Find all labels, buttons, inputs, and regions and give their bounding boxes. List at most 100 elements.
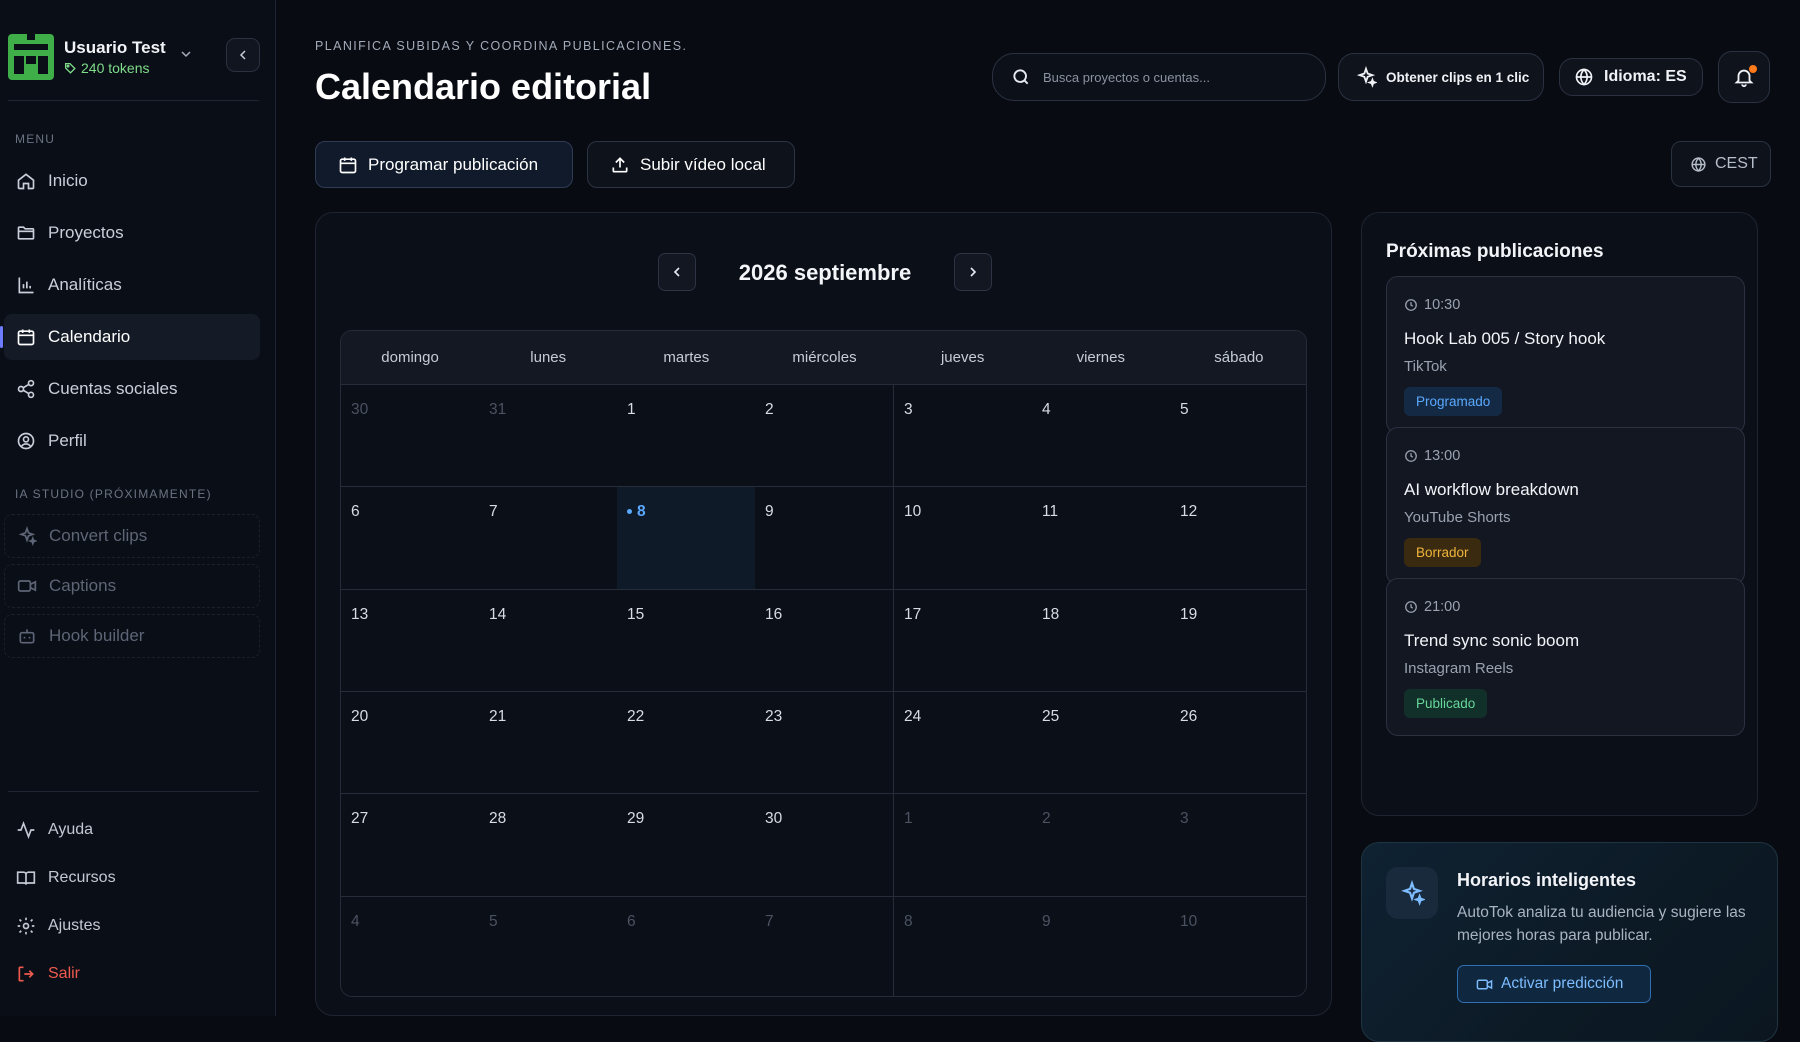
calendar-day[interactable]: 12: [1170, 486, 1307, 589]
sidebar-item-ajustes[interactable]: Ajustes: [4, 906, 260, 946]
sidebar-item-salir[interactable]: Salir: [4, 954, 260, 994]
calendar-day[interactable]: 26: [1170, 691, 1307, 794]
gear-icon: [16, 916, 36, 936]
activate-prediction-button[interactable]: Activar predicción: [1457, 965, 1651, 1003]
calendar-day[interactable]: 22: [617, 691, 756, 794]
calendar-day[interactable]: 19: [1170, 589, 1307, 692]
upload-video-button[interactable]: Subir vídeo local: [587, 141, 795, 188]
folder-icon: [16, 223, 36, 243]
upload-video-label: Subir vídeo local: [640, 155, 766, 175]
day-number: 1: [904, 810, 913, 827]
sidebar-divider: [8, 791, 259, 792]
upcoming-post-card[interactable]: 13:00AI workflow breakdownYouTube Shorts…: [1386, 427, 1745, 585]
calendar-day[interactable]: 31: [479, 384, 618, 487]
day-number: 5: [489, 913, 498, 930]
previous-month-button[interactable]: [658, 253, 696, 291]
calendar-day-today[interactable]: 8: [617, 486, 756, 589]
calendar-day[interactable]: 18: [1032, 589, 1171, 692]
calendar-icon: [338, 155, 358, 175]
user-menu[interactable]: Usuario Test 240 tokens: [8, 30, 258, 82]
user-circle-icon: [16, 431, 36, 451]
sidebar-item-label: Perfil: [48, 431, 87, 451]
sidebar-item-calendario[interactable]: Calendario: [4, 314, 260, 360]
calendar-day[interactable]: 11: [1032, 486, 1171, 589]
calendar-day[interactable]: 28: [479, 793, 618, 896]
calendar-day[interactable]: 24: [894, 691, 1033, 794]
day-number: 14: [489, 606, 506, 623]
get-clips-button[interactable]: Obtener clips en 1 clic: [1338, 53, 1544, 101]
calendar-day[interactable]: 27: [341, 793, 480, 896]
studio-item-label: Hook builder: [49, 626, 144, 646]
studio-item-label: Captions: [49, 576, 116, 596]
calendar-day[interactable]: 1: [894, 793, 1033, 896]
get-clips-label: Obtener clips en 1 clic: [1386, 70, 1529, 85]
sidebar-item-perfil[interactable]: Perfil: [4, 418, 260, 464]
calendar-day[interactable]: 2: [755, 384, 894, 487]
calendar-day[interactable]: 3: [1170, 793, 1307, 896]
sidebar-item-recursos[interactable]: Recursos: [4, 858, 260, 898]
logout-icon: [16, 964, 36, 984]
calendar-day[interactable]: 9: [1032, 896, 1171, 997]
calendar-day[interactable]: 9: [755, 486, 894, 589]
weekday-header: martes: [617, 331, 755, 384]
weekday-header: viernes: [1032, 331, 1170, 384]
post-time-value: 21:00: [1424, 599, 1460, 615]
calendar-day[interactable]: 2: [1032, 793, 1171, 896]
sidebar-item-ayuda[interactable]: Ayuda: [4, 810, 260, 850]
calendar-day[interactable]: 29: [617, 793, 756, 896]
calendar-day[interactable]: 8: [894, 896, 1033, 997]
calendar-day[interactable]: 16: [755, 589, 894, 692]
calendar-day[interactable]: 14: [479, 589, 618, 692]
weekday-header: jueves: [894, 331, 1032, 384]
day-number: 11: [1042, 503, 1058, 520]
calendar-day[interactable]: 4: [1032, 384, 1171, 487]
calendar-day[interactable]: 6: [617, 896, 756, 997]
sidebar-item-analiticas[interactable]: Analíticas: [4, 262, 260, 308]
sidebar-item-inicio[interactable]: Inicio: [4, 158, 260, 204]
calendar-day[interactable]: 15: [617, 589, 756, 692]
upcoming-post-card[interactable]: 21:00Trend sync sonic boomInstagram Reel…: [1386, 578, 1745, 736]
language-label: Idioma: ES: [1604, 68, 1687, 86]
globe-icon: [1574, 67, 1594, 87]
schedule-post-button[interactable]: Programar publicación: [315, 141, 573, 188]
calendar-day[interactable]: 10: [894, 486, 1033, 589]
calendar-day[interactable]: 3: [894, 384, 1033, 487]
calendar-day[interactable]: 5: [479, 896, 618, 997]
day-number: 4: [351, 913, 360, 930]
language-button[interactable]: Idioma: ES: [1559, 58, 1703, 96]
clock-icon: [1404, 600, 1418, 614]
calendar-day[interactable]: 21: [479, 691, 618, 794]
upcoming-post-card[interactable]: 10:30Hook Lab 005 / Story hookTikTokProg…: [1386, 276, 1745, 434]
calendar-day[interactable]: 10: [1170, 896, 1307, 997]
day-number: 10: [904, 503, 921, 520]
post-title: Hook Lab 005 / Story hook: [1404, 329, 1605, 349]
next-month-button[interactable]: [954, 253, 992, 291]
upcoming-posts-title: Próximas publicaciones: [1386, 241, 1604, 263]
calendar-day[interactable]: 23: [755, 691, 894, 794]
calendar-day[interactable]: 1: [617, 384, 756, 487]
sidebar-item-cuentas-sociales[interactable]: Cuentas sociales: [4, 366, 260, 412]
bar-chart-icon: [16, 275, 36, 295]
calendar-day[interactable]: 13: [341, 589, 480, 692]
weekday-header: miércoles: [755, 331, 893, 384]
calendar-day[interactable]: 4: [341, 896, 480, 997]
calendar-day[interactable]: 5: [1170, 384, 1307, 487]
search-input[interactable]: [1043, 70, 1303, 85]
calendar-day[interactable]: 6: [341, 486, 480, 589]
sidebar-item-proyectos[interactable]: Proyectos: [4, 210, 260, 256]
status-badge: Borrador: [1404, 538, 1481, 567]
timezone-button[interactable]: CEST: [1671, 141, 1771, 187]
calendar-day[interactable]: 25: [1032, 691, 1171, 794]
calendar-day[interactable]: 30: [341, 384, 480, 487]
collapse-sidebar-button[interactable]: [226, 38, 260, 72]
current-month-label: 2026 septiembre: [696, 260, 954, 286]
calendar-day[interactable]: 17: [894, 589, 1033, 692]
calendar-day[interactable]: 7: [755, 896, 894, 997]
calendar-day[interactable]: 30: [755, 793, 894, 896]
calendar-day[interactable]: 7: [479, 486, 618, 589]
calendar-day[interactable]: 20: [341, 691, 480, 794]
sidebar-item-label: Cuentas sociales: [48, 379, 177, 399]
search-bar[interactable]: [992, 53, 1326, 101]
studio-item-hook-builder: Hook builder: [4, 614, 260, 658]
notifications-button[interactable]: [1718, 51, 1770, 103]
